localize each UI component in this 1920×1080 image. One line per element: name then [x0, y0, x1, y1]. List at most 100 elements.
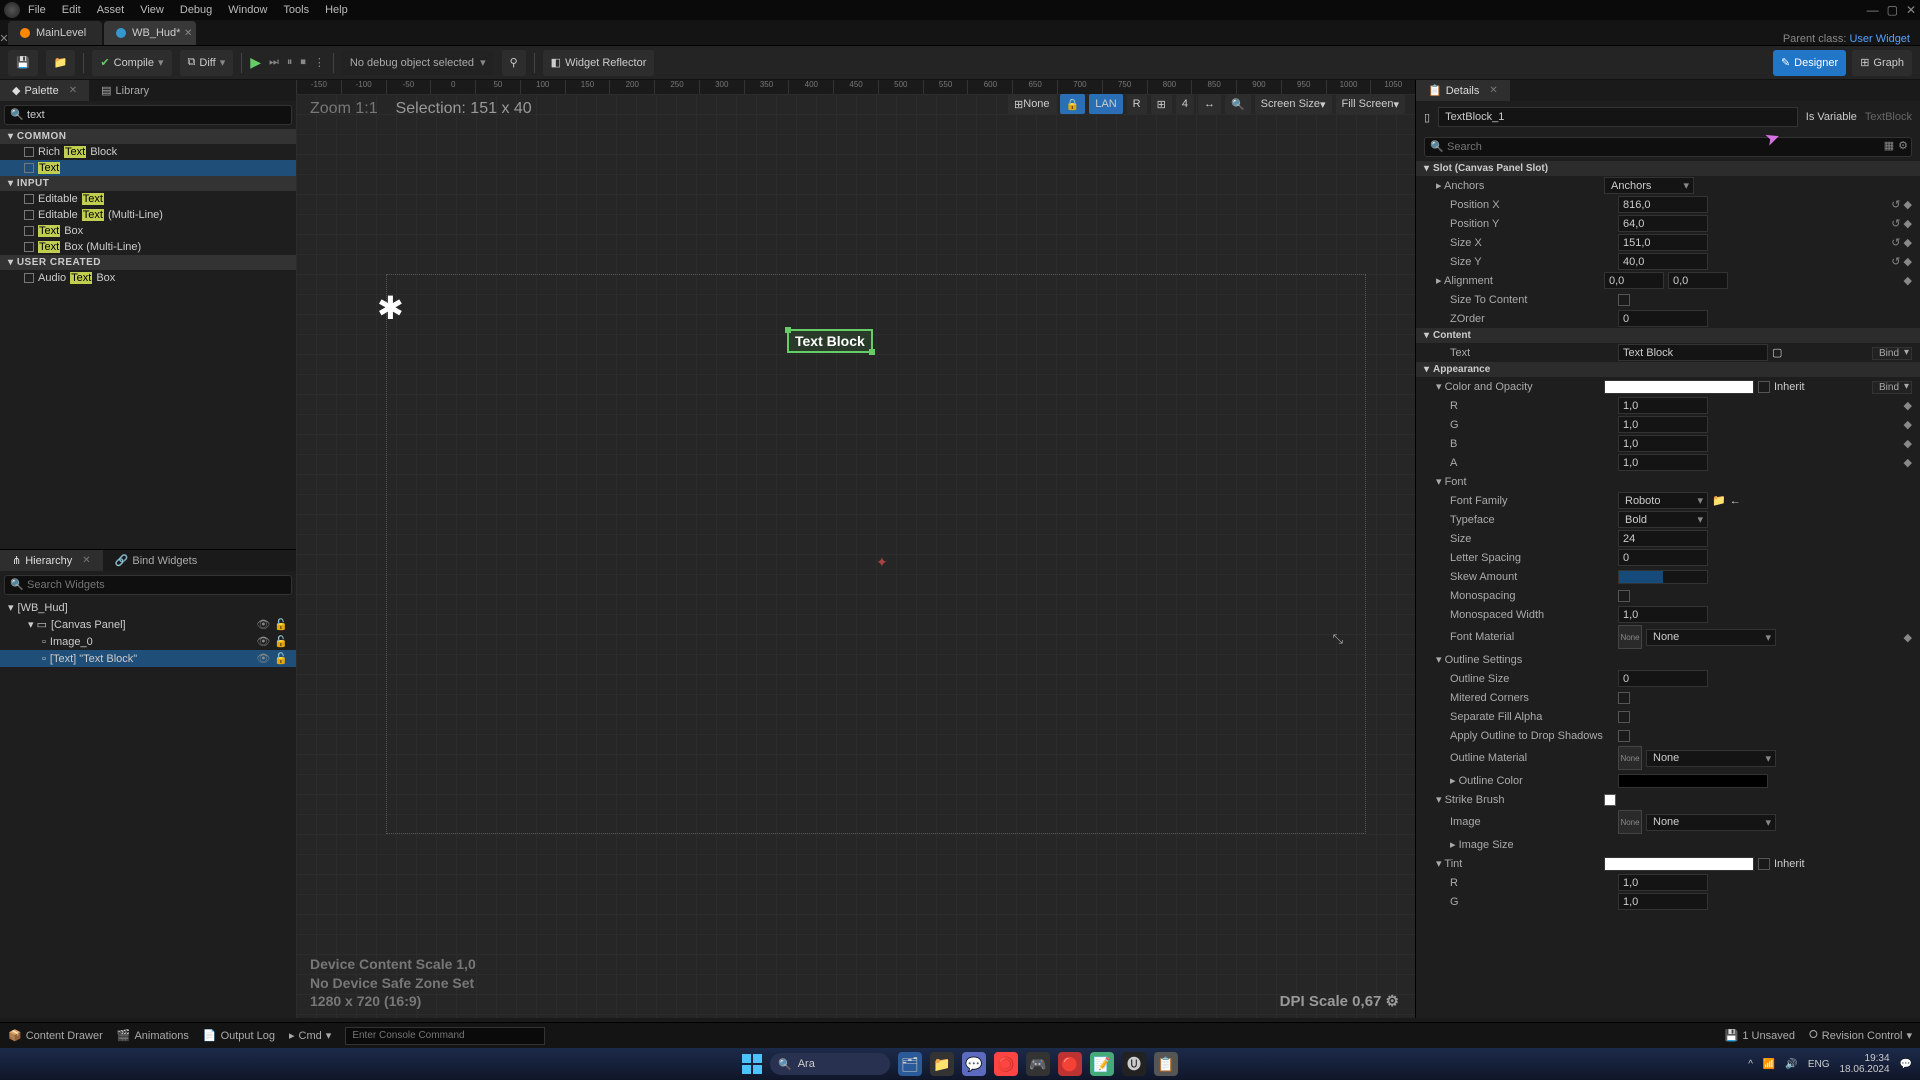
debug-object-select[interactable]: No debug object selected ▾: [342, 51, 494, 75]
tab-palette[interactable]: ◆Palette✕: [0, 80, 89, 101]
lock-icon[interactable]: 🔓: [274, 652, 288, 665]
taskbar-app[interactable]: 🔴: [1058, 1052, 1082, 1076]
g-input[interactable]: [1618, 416, 1708, 433]
lock-icon[interactable]: 🔓: [274, 635, 288, 648]
tab-close[interactable]: ✕: [1489, 85, 1497, 96]
asset-thumb[interactable]: None: [1618, 746, 1642, 770]
reset-button[interactable]: ◆: [1904, 274, 1912, 287]
menu-help[interactable]: Help: [325, 4, 348, 16]
menu-window[interactable]: Window: [228, 4, 267, 16]
start-button[interactable]: [742, 1054, 762, 1074]
sizex-input[interactable]: [1618, 234, 1708, 251]
unsaved-button[interactable]: 💾 1 Unsaved: [1725, 1029, 1795, 1042]
tray-expand[interactable]: ^: [1748, 1059, 1753, 1070]
resize-handle[interactable]: ⤡: [1333, 631, 1343, 647]
b-input[interactable]: [1618, 435, 1708, 452]
align-y-input[interactable]: [1668, 272, 1728, 289]
color-swatch[interactable]: [1604, 380, 1754, 394]
console-input[interactable]: [345, 1027, 545, 1045]
browse-button[interactable]: 📁: [46, 50, 76, 76]
tab-wb-hud[interactable]: WB_Hud* ✕: [104, 21, 196, 45]
taskbar-app[interactable]: 🗂: [898, 1052, 922, 1076]
revision-control-button[interactable]: ⭘ Revision Control ▾: [1809, 1029, 1912, 1042]
menu-asset[interactable]: Asset: [97, 4, 125, 16]
animations-button[interactable]: 🎬 Animations: [117, 1029, 189, 1042]
visibility-icon[interactable]: 👁: [256, 652, 270, 665]
sepfill-checkbox[interactable]: [1618, 711, 1630, 723]
respect-button[interactable]: R: [1127, 94, 1147, 114]
lock-icon[interactable]: 🔓: [274, 618, 288, 631]
widget-name-input[interactable]: [1438, 107, 1798, 127]
taskbar-search[interactable]: 🔍Ara: [770, 1053, 890, 1075]
outline-color-swatch[interactable]: [1618, 774, 1768, 788]
window-minimize[interactable]: —: [1867, 3, 1879, 17]
lang-icon[interactable]: ENG: [1808, 1059, 1830, 1070]
eject-button[interactable]: ⋮: [314, 56, 325, 69]
palette-item[interactable]: Editable Text: [0, 191, 296, 207]
stop-button[interactable]: ⏹: [300, 56, 306, 69]
wifi-icon[interactable]: 📶: [1763, 1059, 1775, 1070]
r-input[interactable]: [1618, 397, 1708, 414]
inherit-check[interactable]: [1758, 381, 1770, 393]
section-appearance[interactable]: ▾ Appearance: [1416, 362, 1920, 377]
mono-checkbox[interactable]: [1618, 590, 1630, 602]
use-asset-icon[interactable]: ←: [1730, 495, 1741, 507]
align-x-input[interactable]: [1604, 272, 1664, 289]
reset-button[interactable]: ↺ ◆: [1891, 198, 1912, 211]
menu-tools[interactable]: Tools: [283, 4, 309, 16]
group-common[interactable]: ▾ COMMON: [0, 129, 296, 144]
menu-view[interactable]: View: [140, 4, 164, 16]
section-slot[interactable]: ▾ Slot (Canvas Panel Slot): [1416, 161, 1920, 176]
hier-root[interactable]: ▾[WB_Hud]: [0, 599, 296, 616]
group-input[interactable]: ▾ INPUT: [0, 176, 296, 191]
screen-size-dropdown[interactable]: Screen Size ▾: [1255, 94, 1332, 114]
find-button[interactable]: ⚲: [502, 50, 526, 76]
strike-swatch[interactable]: [1604, 794, 1616, 806]
output-log-button[interactable]: 📄 Output Log: [203, 1029, 275, 1042]
hier-text-block[interactable]: ▫[Text] "Text Block"👁🔓: [0, 650, 296, 667]
compile-button[interactable]: ✔Compile▾: [92, 50, 171, 76]
reset-button[interactable]: ↺ ◆: [1891, 255, 1912, 268]
tab-library[interactable]: ▤Library: [89, 80, 161, 101]
widget-reflector-button[interactable]: ◧Widget Reflector: [543, 50, 655, 76]
zoom-button[interactable]: 🔍: [1225, 94, 1251, 114]
tab-close-all[interactable]: ✕: [0, 32, 8, 45]
lan-button[interactable]: LAN: [1089, 94, 1122, 114]
expand-icon[interactable]: ▢: [1772, 346, 1782, 359]
tab-close[interactable]: ✕: [69, 85, 77, 96]
clock[interactable]: 19:34 18.06.2024: [1839, 1053, 1889, 1075]
taskbar-app[interactable]: ⭕: [994, 1052, 1018, 1076]
reset-button[interactable]: ↺ ◆: [1891, 217, 1912, 230]
settings-icon[interactable]: ⚙: [1898, 139, 1908, 152]
visibility-icon[interactable]: 👁: [256, 618, 270, 631]
window-maximize[interactable]: ▢: [1887, 3, 1898, 17]
applyout-checkbox[interactable]: [1618, 730, 1630, 742]
stc-checkbox[interactable]: [1618, 294, 1630, 306]
taskbar-app[interactable]: 🅤: [1122, 1052, 1146, 1076]
designer-canvas[interactable]: -150-100-5005010015020025030035040045050…: [296, 80, 1415, 1018]
pause-button[interactable]: ⏸: [287, 56, 293, 69]
letter-input[interactable]: [1618, 549, 1708, 566]
designer-button[interactable]: ✎Designer: [1773, 50, 1846, 76]
play-button[interactable]: ▶: [250, 54, 261, 71]
throbber-widget[interactable]: ✱: [377, 289, 417, 329]
grid-toggle[interactable]: ⊞: [1151, 94, 1172, 114]
tab-close[interactable]: ✕: [184, 28, 192, 39]
palette-item-richtext[interactable]: Rich Text Block: [0, 144, 296, 160]
posy-input[interactable]: [1618, 215, 1708, 232]
filter-icon[interactable]: ▦: [1884, 139, 1894, 152]
image-dropdown[interactable]: None: [1646, 814, 1776, 831]
palette-item[interactable]: Editable Text (Multi-Line): [0, 207, 296, 223]
content-drawer-button[interactable]: 📦 Content Drawer: [8, 1029, 103, 1042]
typeface-dropdown[interactable]: Bold: [1618, 511, 1708, 528]
fontmat-dropdown[interactable]: None: [1646, 629, 1776, 646]
taskbar-app[interactable]: 💬: [962, 1052, 986, 1076]
fill-screen-dropdown[interactable]: Fill Screen ▾: [1336, 94, 1406, 114]
text-input[interactable]: [1618, 344, 1768, 361]
skew-slider[interactable]: [1618, 570, 1708, 584]
tab-mainlevel[interactable]: MainLevel: [8, 21, 102, 45]
lock-widgets[interactable]: 🔒: [1060, 94, 1086, 114]
bind-dropdown[interactable]: Bind: [1872, 347, 1912, 360]
details-search-input[interactable]: [1424, 137, 1912, 157]
taskbar-app[interactable]: 📁: [930, 1052, 954, 1076]
